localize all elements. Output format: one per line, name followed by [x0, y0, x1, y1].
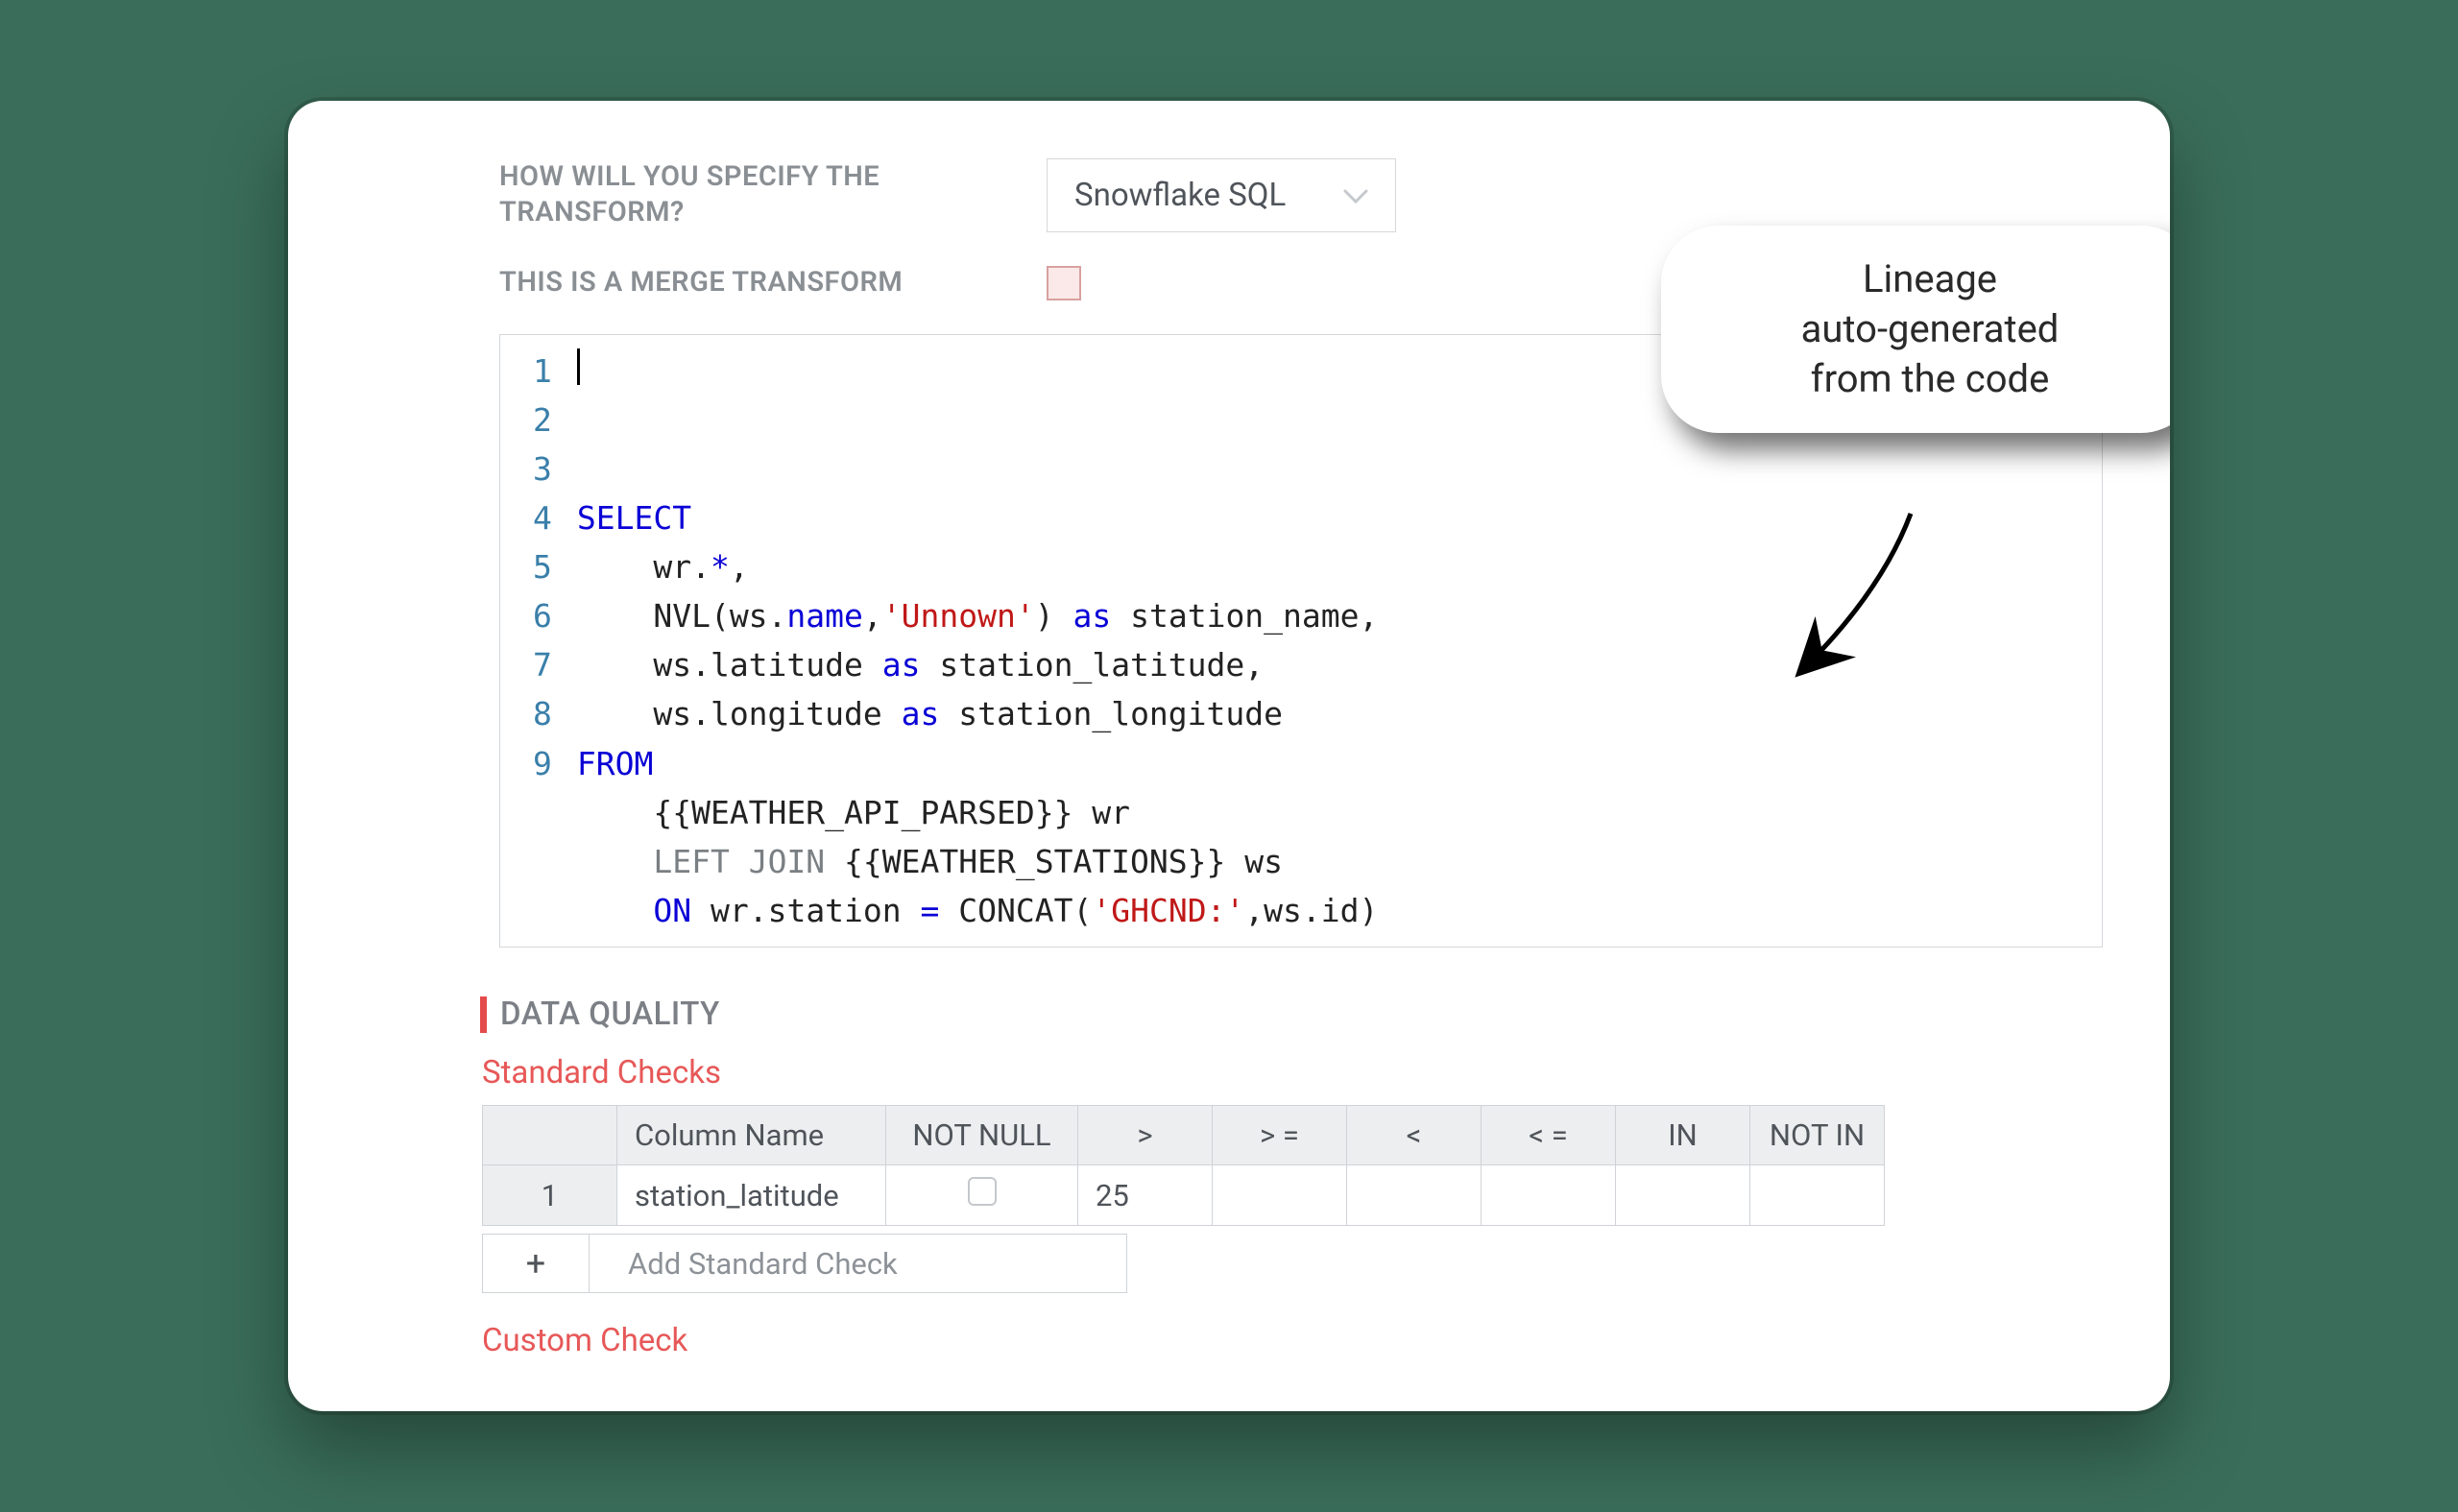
- table-header-row: Column Name NOT NULL > > = < < = IN NOT …: [483, 1106, 1885, 1165]
- header-lte: < =: [1482, 1106, 1616, 1165]
- section-accent-bar: [480, 996, 487, 1033]
- code-body[interactable]: SELECT wr.*, NVL(ws.name,'Unnown') as st…: [573, 335, 1396, 948]
- plus-icon: +: [526, 1243, 545, 1284]
- add-check-plus-button[interactable]: +: [482, 1234, 590, 1293]
- merge-transform-label: THIS IS A MERGE TRANSFORM: [499, 265, 1047, 301]
- header-lt: <: [1347, 1106, 1482, 1165]
- merge-transform-checkbox[interactable]: [1047, 266, 1081, 300]
- cell-gt[interactable]: 25: [1078, 1165, 1213, 1226]
- standard-checks-table-wrap: Column Name NOT NULL > > = < < = IN NOT …: [355, 1105, 2103, 1226]
- add-check-label[interactable]: Add Standard Check: [590, 1234, 1127, 1293]
- transform-type-select[interactable]: Snowflake SQL: [1047, 158, 1396, 232]
- data-quality-title: DATA QUALITY: [500, 996, 720, 1033]
- transform-type-label: HOW WILL YOU SPECIFY THE TRANSFORM?: [499, 159, 1047, 231]
- not-null-checkbox[interactable]: [968, 1177, 997, 1206]
- header-column-name: Column Name: [617, 1106, 886, 1165]
- cell-column-name[interactable]: station_latitude: [617, 1165, 886, 1226]
- transform-type-value: Snowflake SQL: [1074, 177, 1286, 214]
- text-cursor: [577, 348, 580, 385]
- cell-not-null[interactable]: [886, 1165, 1078, 1226]
- custom-check-title: Custom Check: [355, 1322, 2103, 1359]
- header-not-in: NOT IN: [1750, 1106, 1885, 1165]
- callout-line3: from the code: [1719, 354, 2141, 404]
- annotation-callout: Lineage auto-generated from the code: [1661, 226, 2170, 433]
- transform-config-card: HOW WILL YOU SPECIFY THE TRANSFORM? Snow…: [288, 101, 2170, 1411]
- header-gt: >: [1078, 1106, 1213, 1165]
- code-gutter: 123456789: [500, 335, 573, 948]
- standard-checks-title: Standard Checks: [355, 1054, 2103, 1092]
- chevron-down-icon: [1343, 180, 1368, 211]
- cell-in[interactable]: [1616, 1165, 1750, 1226]
- header-rownum: [483, 1106, 617, 1165]
- standard-checks-table: Column Name NOT NULL > > = < < = IN NOT …: [482, 1105, 1885, 1226]
- header-not-null: NOT NULL: [886, 1106, 1078, 1165]
- cell-lte[interactable]: [1482, 1165, 1616, 1226]
- cell-gte[interactable]: [1213, 1165, 1347, 1226]
- header-in: IN: [1616, 1106, 1750, 1165]
- cell-lt[interactable]: [1347, 1165, 1482, 1226]
- transform-type-row: HOW WILL YOU SPECIFY THE TRANSFORM? Snow…: [355, 158, 2103, 232]
- row-number: 1: [483, 1165, 617, 1226]
- table-row: 1station_latitude 25: [483, 1165, 1885, 1226]
- cell-not-in[interactable]: [1750, 1165, 1885, 1226]
- callout-line1: Lineage: [1719, 254, 2141, 304]
- callout-line2: auto-generated: [1719, 304, 2141, 354]
- add-standard-check-row[interactable]: + Add Standard Check: [482, 1234, 2103, 1293]
- header-gte: > =: [1213, 1106, 1347, 1165]
- data-quality-header: DATA QUALITY: [355, 996, 2103, 1033]
